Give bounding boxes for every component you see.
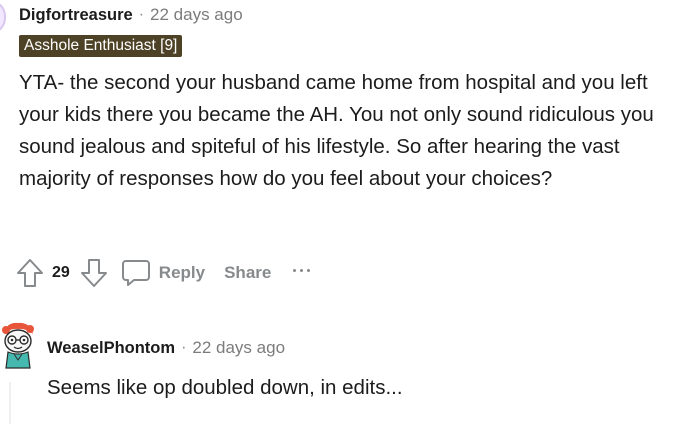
reply-label: Reply [158,263,206,282]
parent-thread-indicator [0,0,6,42]
downvote-button[interactable] [79,257,109,289]
upvote-button[interactable] [15,257,45,289]
dot [307,268,311,272]
reply-body: Seems like op doubled down, in edits... [47,376,403,399]
comment-action-bar: 29 Reply Share [15,255,311,291]
avatar[interactable] [0,320,36,372]
dot [293,268,297,272]
share-button[interactable]: Share [224,263,271,283]
dot [300,268,304,272]
comment-author-link[interactable]: Digfortreasure [19,6,133,25]
comment-timestamp[interactable]: 22 days ago [150,5,243,25]
parent-avatar-edge [0,0,6,34]
arrow-down-outline-icon [80,259,107,287]
user-flair-badge: Asshole Enthusiast [9] [19,35,183,57]
comment: Digfortreasure · 22 days ago Asshole Ent… [19,4,679,195]
comment-meta: Digfortreasure · 22 days ago [19,4,679,26]
reply-button[interactable]: Reply [121,258,205,288]
speech-bubble-icon [121,260,150,286]
meta-separator: · [138,6,145,23]
comment-body: YTA- the second your husband came home f… [19,71,654,190]
meta-separator: · [181,339,187,356]
three-dots-icon[interactable] [293,260,311,280]
vote-count: 29 [52,264,70,281]
arrow-up-outline-icon [17,259,43,287]
reply-timestamp[interactable]: 22 days ago [192,338,285,358]
reply-thread-line[interactable] [9,382,11,424]
reply-author-link[interactable]: WeaselPhontom [47,339,175,358]
user-avatar-icon [2,322,34,369]
reply-meta: WeaselPhontom · 22 days ago [47,338,285,358]
